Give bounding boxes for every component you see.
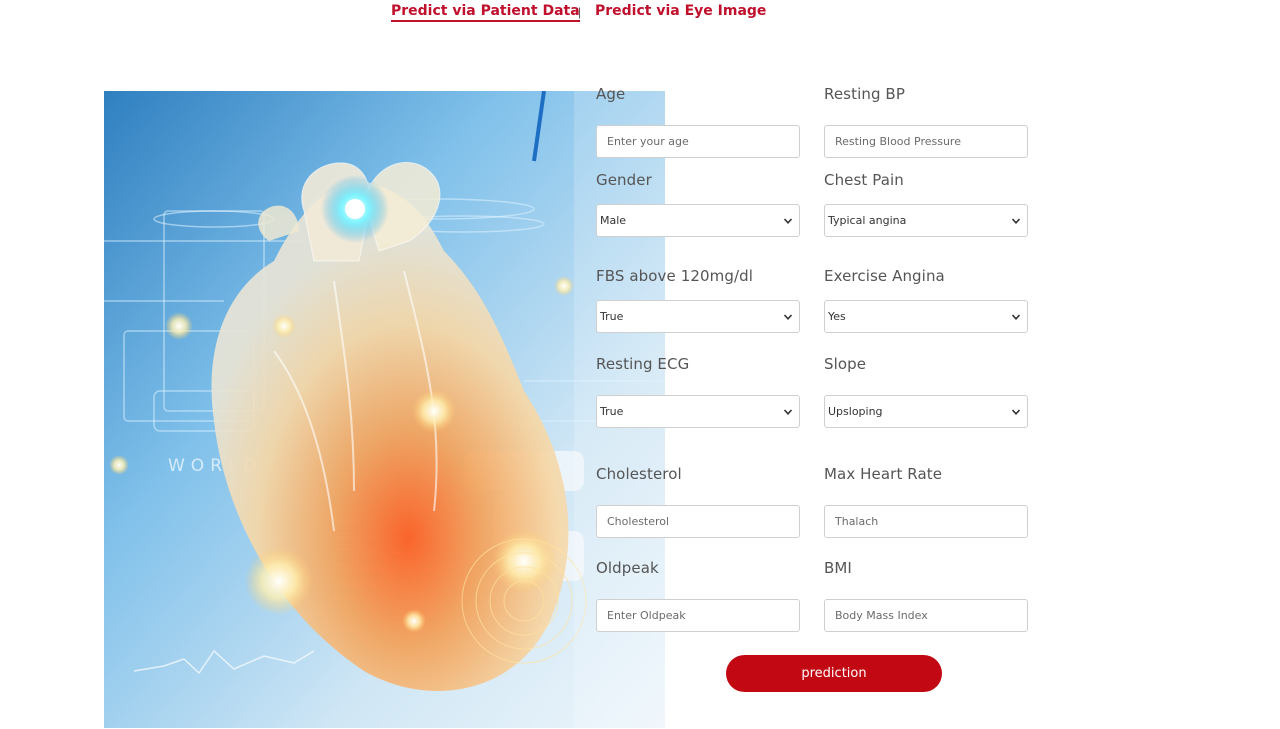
exercise-angina-label: Exercise Angina	[824, 267, 945, 285]
bmi-label: BMI	[824, 559, 852, 577]
max-heart-rate-input[interactable]	[824, 505, 1028, 538]
resting-ecg-select[interactable]: True	[596, 395, 800, 428]
cholesterol-input[interactable]	[596, 505, 800, 538]
resting-bp-input[interactable]	[824, 125, 1028, 158]
chevron-down-icon	[1011, 314, 1021, 320]
chevron-down-icon	[783, 218, 793, 224]
max-heart-rate-label: Max Heart Rate	[824, 465, 943, 483]
heart-illustration: WORLD	[104, 91, 665, 728]
bmi-input[interactable]	[824, 599, 1028, 632]
chevron-down-icon	[1011, 218, 1021, 224]
cholesterol-label: Cholesterol	[596, 465, 682, 483]
fbs-select-value: True	[600, 310, 624, 323]
chest-pain-select-value: Typical angina	[828, 214, 907, 227]
exercise-angina-select-value: Yes	[828, 310, 846, 323]
slope-select-value: Upsloping	[828, 405, 883, 418]
oldpeak-label: Oldpeak	[596, 559, 659, 577]
resting-ecg-label: Resting ECG	[596, 355, 690, 373]
prediction-button[interactable]: prediction	[726, 655, 942, 692]
chest-pain-select[interactable]: Typical angina	[824, 204, 1028, 237]
age-input[interactable]	[596, 125, 800, 158]
chevron-down-icon	[783, 314, 793, 320]
fbs-label: FBS above 120mg/dl	[596, 267, 754, 285]
heart-hero-image: WORLD	[104, 91, 665, 728]
age-label: Age	[596, 85, 626, 103]
resting-bp-label: Resting BP	[824, 85, 905, 103]
resting-ecg-select-value: True	[600, 405, 624, 418]
fbs-select[interactable]: True	[596, 300, 800, 333]
slope-select[interactable]: Upsloping	[824, 395, 1028, 428]
gender-select-value: Male	[600, 214, 627, 227]
oldpeak-input[interactable]	[596, 599, 800, 632]
exercise-angina-select[interactable]: Yes	[824, 300, 1028, 333]
gender-label: Gender	[596, 171, 652, 189]
chevron-down-icon	[783, 409, 793, 415]
chest-pain-label: Chest Pain	[824, 171, 904, 189]
nav-link-eye-image[interactable]: Predict via Eye Image	[595, 3, 766, 19]
gender-select[interactable]: Male	[596, 204, 800, 237]
chevron-down-icon	[1011, 409, 1021, 415]
nav-link-patient-data[interactable]: Predict via Patient Data	[391, 3, 580, 22]
slope-label: Slope	[824, 355, 867, 373]
top-navigation: Predict via Patient Data | Predict via E…	[0, 3, 1280, 25]
nav-separator: |	[578, 5, 582, 19]
